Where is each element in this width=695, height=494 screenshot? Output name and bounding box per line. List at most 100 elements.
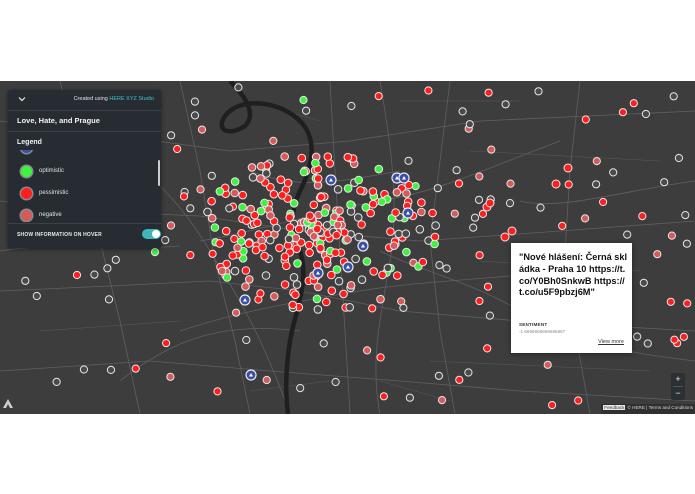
map-marker[interactable] bbox=[362, 257, 372, 266]
map-marker[interactable] bbox=[581, 115, 590, 124]
map-marker[interactable] bbox=[312, 294, 322, 304]
map-marker[interactable] bbox=[357, 220, 366, 229]
map-marker[interactable] bbox=[404, 156, 413, 165]
map-marker[interactable] bbox=[256, 289, 265, 298]
map-marker[interactable] bbox=[166, 221, 176, 230]
map-marker[interactable] bbox=[186, 204, 195, 213]
map-marker[interactable] bbox=[215, 239, 224, 248]
map-marker[interactable] bbox=[222, 273, 232, 282]
zoom-out-button[interactable]: − bbox=[671, 387, 685, 400]
map-marker[interactable] bbox=[217, 266, 227, 276]
map-marker[interactable] bbox=[483, 282, 493, 291]
map-marker[interactable] bbox=[415, 225, 425, 234]
map-marker[interactable] bbox=[162, 339, 171, 348]
map-marker[interactable] bbox=[354, 232, 364, 242]
map-marker[interactable] bbox=[629, 99, 638, 108]
report-pin-icon[interactable] bbox=[312, 267, 324, 279]
map-marker[interactable] bbox=[228, 251, 238, 260]
map-marker[interactable] bbox=[485, 198, 495, 208]
map-marker[interactable] bbox=[260, 251, 269, 261]
map-marker[interactable] bbox=[196, 185, 205, 194]
map-marker[interactable] bbox=[383, 263, 393, 273]
map-marker[interactable] bbox=[285, 223, 295, 232]
map-marker[interactable] bbox=[669, 92, 678, 101]
map-marker[interactable] bbox=[335, 206, 344, 215]
map-marker[interactable] bbox=[484, 88, 493, 97]
map-marker[interactable] bbox=[299, 167, 309, 177]
map-marker[interactable] bbox=[347, 101, 356, 111]
map-marker[interactable] bbox=[215, 187, 225, 196]
map-marker[interactable] bbox=[313, 174, 323, 183]
map-marker[interactable] bbox=[343, 235, 352, 244]
map-marker[interactable] bbox=[261, 271, 271, 280]
map-marker[interactable] bbox=[433, 184, 442, 193]
map-marker[interactable] bbox=[379, 392, 388, 401]
map-marker[interactable] bbox=[450, 209, 459, 218]
map-marker[interactable] bbox=[405, 393, 414, 402]
map-marker[interactable] bbox=[275, 243, 284, 253]
map-marker[interactable] bbox=[592, 157, 601, 166]
map-marker[interactable] bbox=[288, 300, 298, 310]
map-marker[interactable] bbox=[434, 371, 443, 380]
map-marker[interactable] bbox=[458, 107, 467, 116]
map-marker[interactable] bbox=[106, 365, 116, 374]
view-more-link[interactable]: View more bbox=[598, 339, 624, 345]
map-marker[interactable] bbox=[246, 204, 255, 214]
map-marker[interactable] bbox=[111, 255, 120, 264]
map-marker[interactable] bbox=[368, 304, 377, 313]
map-marker[interactable] bbox=[90, 270, 99, 279]
map-marker[interactable] bbox=[402, 189, 411, 198]
map-marker[interactable] bbox=[475, 251, 484, 260]
map-marker[interactable] bbox=[245, 275, 254, 284]
map-marker[interactable] bbox=[392, 188, 402, 197]
map-marker[interactable] bbox=[483, 344, 492, 353]
map-marker[interactable] bbox=[660, 178, 669, 187]
map-marker[interactable] bbox=[316, 192, 326, 202]
map-marker[interactable] bbox=[638, 212, 647, 221]
map-marker[interactable] bbox=[313, 305, 323, 314]
map-marker[interactable] bbox=[363, 346, 372, 355]
map-marker[interactable] bbox=[230, 177, 240, 186]
map-marker[interactable] bbox=[208, 249, 217, 258]
map-marker[interactable] bbox=[186, 251, 195, 260]
map-marker[interactable] bbox=[302, 106, 311, 115]
map-marker[interactable] bbox=[394, 229, 404, 239]
map-marker[interactable] bbox=[230, 266, 240, 276]
map-marker[interactable] bbox=[241, 282, 250, 291]
map-marker[interactable] bbox=[356, 186, 365, 195]
map-marker[interactable] bbox=[334, 276, 344, 286]
map-marker[interactable] bbox=[167, 131, 176, 140]
map-marker[interactable] bbox=[402, 247, 411, 257]
map-marker[interactable] bbox=[247, 163, 257, 172]
map-marker[interactable] bbox=[391, 208, 400, 217]
map-marker[interactable] bbox=[280, 280, 290, 289]
map-marker[interactable] bbox=[248, 173, 258, 182]
map-marker[interactable] bbox=[592, 180, 601, 189]
map-marker[interactable] bbox=[327, 286, 337, 295]
map-marker[interactable] bbox=[258, 242, 267, 252]
map-marker[interactable] bbox=[285, 213, 295, 222]
map-marker[interactable] bbox=[244, 239, 254, 248]
map-marker[interactable] bbox=[331, 248, 340, 257]
map-marker[interactable] bbox=[322, 221, 332, 230]
map-marker[interactable] bbox=[213, 387, 222, 396]
map-marker[interactable] bbox=[346, 281, 356, 290]
map-marker[interactable] bbox=[623, 230, 632, 239]
map-marker[interactable] bbox=[442, 264, 451, 273]
map-marker[interactable] bbox=[210, 223, 220, 232]
map-marker[interactable] bbox=[280, 252, 290, 261]
map-marker[interactable] bbox=[500, 232, 510, 242]
map-marker[interactable] bbox=[618, 108, 628, 117]
map-marker[interactable] bbox=[332, 265, 342, 274]
map-marker[interactable] bbox=[292, 280, 302, 289]
map-marker[interactable] bbox=[269, 189, 279, 199]
map-marker[interactable] bbox=[319, 339, 328, 348]
report-pin-icon[interactable] bbox=[357, 240, 369, 252]
map-marker[interactable] bbox=[351, 254, 360, 264]
map-marker[interactable] bbox=[79, 365, 89, 374]
map-marker[interactable] bbox=[292, 244, 302, 254]
map-marker[interactable] bbox=[386, 227, 395, 236]
map-marker[interactable] bbox=[667, 231, 677, 240]
map-marker[interactable] bbox=[564, 180, 573, 189]
map-marker[interactable] bbox=[293, 259, 302, 268]
